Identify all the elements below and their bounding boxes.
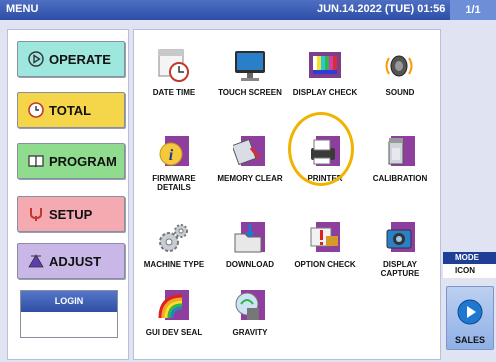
date-time-label: DATE TIME <box>152 88 196 97</box>
page-indicator: 1/1 <box>450 0 496 20</box>
mode-title: MODE <box>443 252 496 264</box>
date-time-item[interactable]: DATE TIME <box>138 44 210 116</box>
menu-grid: DATE TIME TOUCH SCREEN DISPLAY CHECK SOU… <box>133 29 441 360</box>
info-icon: i <box>159 136 189 166</box>
calendar-clock-icon <box>158 49 189 82</box>
svg-text:i: i <box>169 147 174 164</box>
gravity-item[interactable]: GRAVITY <box>214 284 286 356</box>
option-check-icon <box>310 222 340 252</box>
speaker-icon <box>385 55 413 77</box>
option-check-item[interactable]: OPTION CHECK <box>289 216 361 288</box>
program-button[interactable]: PROGRAM <box>17 143 125 179</box>
login-label: LOGIN <box>21 291 117 312</box>
total-label: TOTAL <box>49 103 92 118</box>
calibration-icon <box>388 136 415 166</box>
firmware-details-item[interactable]: i FIRMWARE DETAILS <box>138 130 210 202</box>
touch-screen-item[interactable]: TOUCH SCREEN <box>214 44 286 116</box>
play-icon <box>457 299 483 325</box>
book-icon <box>28 155 44 168</box>
adjust-icon <box>28 254 44 268</box>
sound-item[interactable]: SOUND <box>364 44 436 116</box>
calibration-label: CALIBRATION <box>372 174 428 183</box>
color-bars-icon <box>309 52 341 78</box>
download-folder-icon <box>234 222 265 253</box>
mode-value: ICON <box>443 264 496 278</box>
gravity-label: GRAVITY <box>232 328 268 337</box>
gears-icon <box>159 224 188 252</box>
login-box[interactable]: LOGIN <box>20 290 118 338</box>
program-label: PROGRAM <box>49 154 117 169</box>
option-check-label: OPTION CHECK <box>294 260 356 269</box>
datetime-display: JUN.14.2022 (TUE) 01:56 <box>317 3 446 15</box>
operate-button[interactable]: OPERATE <box>17 41 125 77</box>
display-capture-item[interactable]: DISPLAY CAPTURE <box>364 216 436 288</box>
menu-title: MENU <box>6 3 39 15</box>
machine-type-item[interactable]: MACHINE TYPE <box>138 216 210 288</box>
sales-label: SALES <box>454 335 485 345</box>
setup-icon <box>30 208 42 221</box>
clock-icon <box>28 102 44 118</box>
gravity-icon <box>235 290 265 320</box>
calibration-item[interactable]: CALIBRATION <box>364 130 436 202</box>
sales-button[interactable]: SALES <box>446 286 494 350</box>
setup-button[interactable]: SETUP <box>17 196 125 232</box>
sound-label: SOUND <box>385 88 415 97</box>
printer-highlight-circle <box>288 112 354 186</box>
camera-icon <box>386 222 415 252</box>
gui-dev-seal-label: GUI DEV SEAL <box>145 328 203 337</box>
rainbow-icon <box>158 290 189 320</box>
display-check-item[interactable]: DISPLAY CHECK <box>289 44 361 116</box>
title-bar: MENU JUN.14.2022 (TUE) 01:56 1/1 <box>0 0 496 20</box>
memory-clear-label: MEMORY CLEAR <box>217 174 283 183</box>
play-icon <box>28 51 44 67</box>
total-button[interactable]: TOTAL <box>17 92 125 128</box>
download-item[interactable]: DOWNLOAD <box>214 216 286 288</box>
firmware-details-label: FIRMWARE DETAILS <box>152 174 196 192</box>
adjust-button[interactable]: ADJUST <box>17 243 125 279</box>
machine-type-label: MACHINE TYPE <box>143 260 205 269</box>
setup-label: SETUP <box>49 207 93 222</box>
monitor-icon <box>235 51 265 81</box>
display-capture-label: DISPLAY CAPTURE <box>380 260 420 278</box>
memory-clear-item[interactable]: MEMORY CLEAR <box>214 130 286 202</box>
mode-panel[interactable]: MODE ICON <box>443 252 496 278</box>
operate-label: OPERATE <box>49 52 111 67</box>
adjust-label: ADJUST <box>49 254 102 269</box>
download-label: DOWNLOAD <box>226 260 274 269</box>
memory-card-icon <box>233 136 265 166</box>
display-check-label: DISPLAY CHECK <box>292 88 358 97</box>
touch-screen-label: TOUCH SCREEN <box>218 88 282 97</box>
gui-dev-seal-item[interactable]: GUI DEV SEAL <box>138 284 210 356</box>
